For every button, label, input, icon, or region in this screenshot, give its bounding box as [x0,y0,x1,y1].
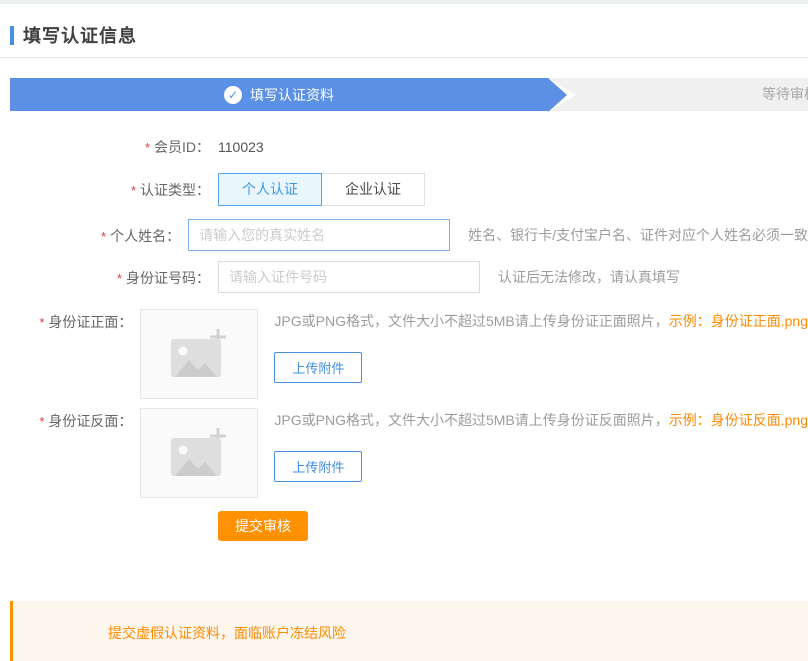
image-placeholder-icon [167,426,231,480]
check-circle-icon: ✓ [224,86,242,104]
id-number-label: *身份证号码： [0,261,210,288]
id-back-upload-button[interactable]: 上传附件 [274,451,362,482]
warning-notice-text: 提交虚假认证资料，面临账户冻结风险 [108,625,346,641]
id-front-example-link[interactable]: 示例：身份证正面.png [669,313,808,329]
id-back-example-link[interactable]: 示例：身份证反面.png [669,412,808,428]
real-name-input[interactable] [188,219,450,251]
id-front-label: *身份证正面： [0,309,132,332]
required-asterisk: * [145,140,150,155]
real-name-hint: 姓名、银行卡/支付宝户名、证件对应个人姓名必须一致 [468,219,808,251]
image-placeholder-icon [167,327,231,381]
step-next-label: 等待审核 [762,78,808,111]
tab-enterprise-auth[interactable]: 企业认证 [321,173,425,206]
id-back-hint: JPG或PNG格式，文件大小不超过5MB请上传身份证反面照片，示例：身份证反面.… [274,410,808,430]
title-accent-bar [10,26,14,45]
submit-row: 提交审核 [0,511,808,541]
top-border-strip [0,0,808,4]
required-asterisk: * [39,315,44,330]
member-id-row: *会员ID： 110023 [0,137,808,158]
required-asterisk: * [101,229,106,244]
step-arrow-icon [548,78,567,112]
progress-stepbar: ✓ 填写认证资料 等待审核 [10,78,808,111]
member-id-label: *会员ID： [0,137,210,158]
submit-review-button[interactable]: 提交审核 [218,511,308,541]
member-id-value: 110023 [218,137,264,157]
id-number-row: *身份证号码： 认证后无法修改，请认真填写 [0,261,808,293]
id-front-row: *身份证正面： JPG或PNG格式，文件大小不超过5MB请上传身份证正面照片，示… [0,309,808,399]
real-name-row: *个人姓名： 姓名、银行卡/支付宝户名、证件对应个人姓名必须一致 [0,219,808,251]
id-front-upload-button[interactable]: 上传附件 [274,352,362,383]
tab-personal-auth[interactable]: 个人认证 [218,173,322,206]
id-back-label: *身份证反面： [0,408,132,431]
required-asterisk: * [117,271,122,286]
warning-notice: 提交虚假认证资料，面临账户冻结风险 [10,601,808,661]
step-current-label: 填写认证资料 [250,85,334,105]
auth-type-row: *认证类型： 个人认证 企业认证 [0,173,808,206]
id-front-hint: JPG或PNG格式，文件大小不超过5MB请上传身份证正面照片，示例：身份证正面.… [274,311,808,331]
required-asterisk: * [131,183,136,198]
real-name-label: *个人姓名： [0,219,180,246]
header-divider [0,57,808,58]
auth-type-label: *认证类型： [0,173,210,200]
page-header: 填写认证信息 [10,24,808,46]
certification-form: *会员ID： 110023 *认证类型： 个人认证 企业认证 *个人姓名： 姓名… [0,137,808,541]
step-current-segment: ✓ 填写认证资料 [10,78,548,111]
id-number-input[interactable] [218,261,480,293]
page-title: 填写认证信息 [23,22,137,48]
id-back-preview[interactable] [140,408,258,498]
id-back-row: *身份证反面： JPG或PNG格式，文件大小不超过5MB请上传身份证反面照片，示… [0,408,808,498]
id-front-preview[interactable] [140,309,258,399]
id-number-hint: 认证后无法修改，请认真填写 [498,261,680,293]
required-asterisk: * [39,414,44,429]
